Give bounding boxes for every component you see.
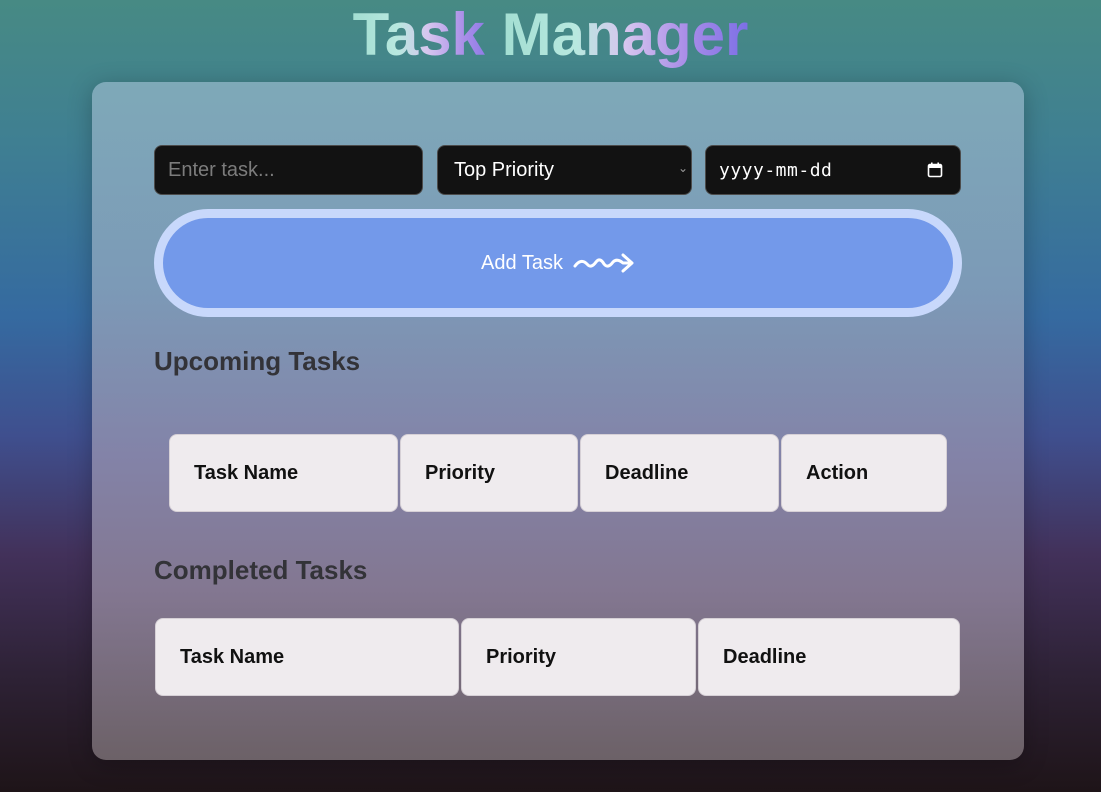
task-input[interactable] xyxy=(154,145,423,195)
upcoming-col-task-name: Task Name xyxy=(169,434,398,512)
completed-tasks-heading: Completed Tasks xyxy=(154,555,368,585)
priority-select[interactable]: Top Priority ⌄ xyxy=(437,145,692,195)
upcoming-tasks-heading: Upcoming Tasks xyxy=(154,346,361,376)
date-placeholder: yyyy-mm-dd xyxy=(719,159,833,181)
chevron-down-icon: ⌄ xyxy=(677,161,688,175)
title-part-manager: Manager xyxy=(501,1,749,68)
upcoming-col-action: Action xyxy=(781,434,947,512)
upcoming-col-priority: Priority xyxy=(400,434,578,512)
priority-select-value: Top Priority xyxy=(454,158,555,181)
completed-col-deadline: Deadline xyxy=(698,618,960,696)
calendar-icon[interactable] xyxy=(927,162,943,178)
upcoming-col-deadline: Deadline xyxy=(580,434,779,512)
completed-col-priority: Priority xyxy=(461,618,696,696)
completed-col-task-name: Task Name xyxy=(155,618,459,696)
add-task-label: Add Task xyxy=(481,251,563,274)
add-task-button[interactable]: Add Task xyxy=(154,209,962,317)
task-manager-card: Top Priority ⌄ yyyy-mm-dd Add Task Upcom… xyxy=(92,82,1024,760)
squiggle-arrow-icon xyxy=(573,253,634,273)
deadline-date-input[interactable]: yyyy-mm-dd xyxy=(705,145,961,195)
title-part-task: Task xyxy=(352,1,502,68)
page-title: Task Manager xyxy=(0,0,1101,70)
